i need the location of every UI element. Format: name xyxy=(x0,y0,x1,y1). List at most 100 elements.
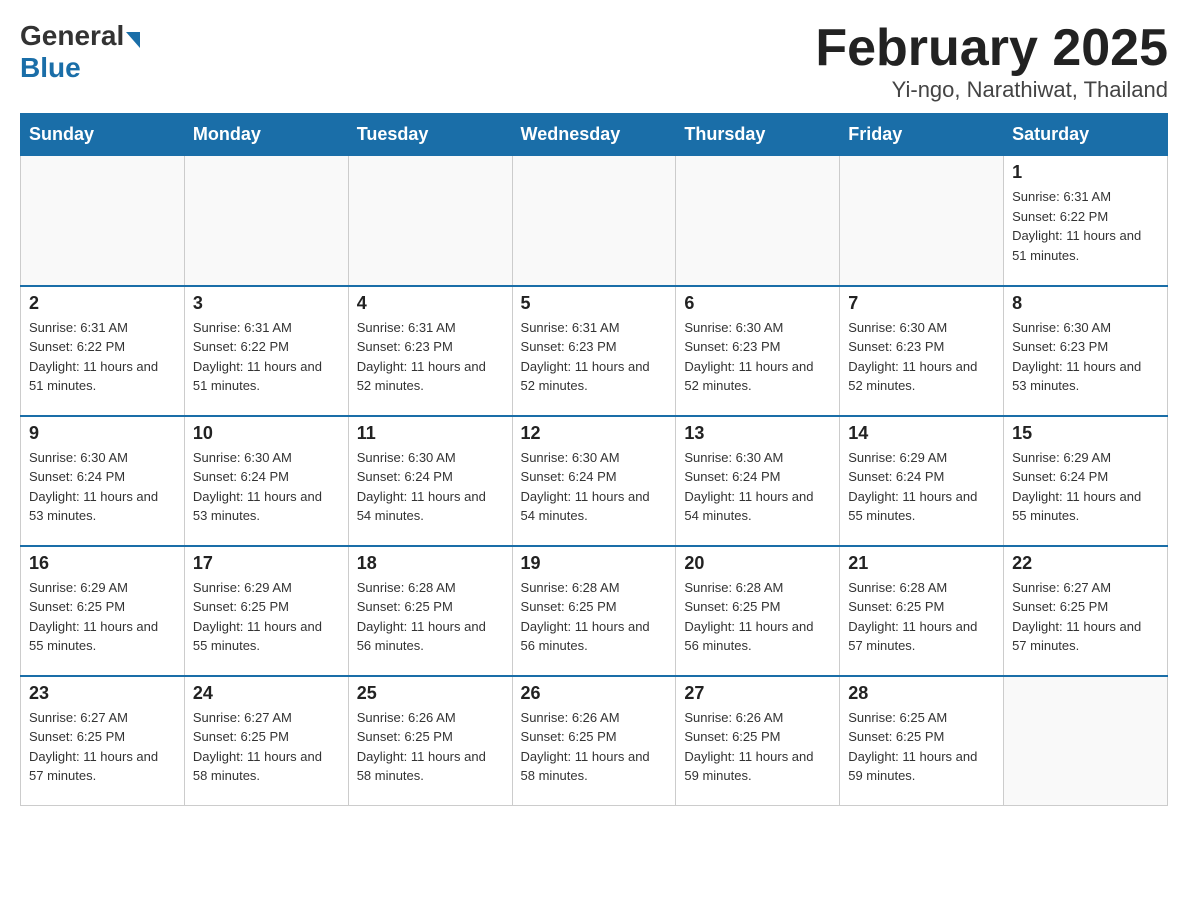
day-sun-info: Sunrise: 6:30 AM Sunset: 6:23 PM Dayligh… xyxy=(684,318,831,396)
day-sun-info: Sunrise: 6:28 AM Sunset: 6:25 PM Dayligh… xyxy=(684,578,831,656)
day-sun-info: Sunrise: 6:30 AM Sunset: 6:23 PM Dayligh… xyxy=(848,318,995,396)
day-number: 22 xyxy=(1012,553,1159,574)
day-sun-info: Sunrise: 6:27 AM Sunset: 6:25 PM Dayligh… xyxy=(29,708,176,786)
day-sun-info: Sunrise: 6:27 AM Sunset: 6:25 PM Dayligh… xyxy=(193,708,340,786)
day-number: 28 xyxy=(848,683,995,704)
day-sun-info: Sunrise: 6:31 AM Sunset: 6:22 PM Dayligh… xyxy=(29,318,176,396)
day-sun-info: Sunrise: 6:29 AM Sunset: 6:24 PM Dayligh… xyxy=(1012,448,1159,526)
calendar-day-cell: 27Sunrise: 6:26 AM Sunset: 6:25 PM Dayli… xyxy=(676,676,840,806)
logo-arrow-icon xyxy=(126,32,140,48)
calendar-day-header: Wednesday xyxy=(512,114,676,156)
calendar-day-header: Saturday xyxy=(1004,114,1168,156)
day-number: 23 xyxy=(29,683,176,704)
day-number: 19 xyxy=(521,553,668,574)
calendar-day-cell: 2 Sunrise: 6:31 AM Sunset: 6:22 PM Daylig… xyxy=(21,286,185,416)
day-number: 13 xyxy=(684,423,831,444)
day-number: 8 xyxy=(1012,293,1159,314)
day-sun-info: Sunrise: 6:31 AM Sunset: 6:23 PM Dayligh… xyxy=(521,318,668,396)
calendar-day-cell: 25 Sunrise: 6:26 AM Sunset: 6:25 PM Dayli… xyxy=(348,676,512,806)
calendar-day-cell: 6 Sunrise: 6:30 AM Sunset: 6:23 PM Daylig… xyxy=(676,286,840,416)
day-number: 15 xyxy=(1012,423,1159,444)
day-number: 26 xyxy=(521,683,668,704)
day-number: 27 xyxy=(684,683,831,704)
day-sun-info: Sunrise: 6:29 AM Sunset: 6:25 PM Dayligh… xyxy=(193,578,340,656)
day-number: 3 xyxy=(193,293,340,314)
page-header: General Blue February 2025 Yi-ngo, Narat… xyxy=(20,20,1168,103)
day-sun-info: Sunrise: 6:28 AM Sunset: 6:25 PM Dayligh… xyxy=(848,578,995,656)
day-sun-info: Sunrise: 6:30 AM Sunset: 6:24 PM Dayligh… xyxy=(521,448,668,526)
day-number: 18 xyxy=(357,553,504,574)
day-sun-info: Sunrise: 6:30 AM Sunset: 6:23 PM Dayligh… xyxy=(1012,318,1159,396)
calendar-day-cell: 1 Sunrise: 6:31 AM Sunset: 6:22 PM Daylig… xyxy=(1004,156,1168,286)
calendar-day-cell: 19 Sunrise: 6:28 AM Sunset: 6:25 PM Dayli… xyxy=(512,546,676,676)
day-sun-info: Sunrise: 6:31 AM Sunset: 6:23 PM Dayligh… xyxy=(357,318,504,396)
calendar-header-row: SundayMondayTuesdayWednesdayThursdayFrid… xyxy=(21,114,1168,156)
day-number: 5 xyxy=(521,293,668,314)
day-number: 12 xyxy=(521,423,668,444)
logo-blue-text: Blue xyxy=(20,52,81,84)
calendar-day-cell: 14Sunrise: 6:29 AM Sunset: 6:24 PM Dayli… xyxy=(840,416,1004,546)
calendar-day-cell: 3 Sunrise: 6:31 AM Sunset: 6:22 PM Daylig… xyxy=(184,286,348,416)
calendar-week-row: 16 Sunrise: 6:29 AM Sunset: 6:25 PM Dayli… xyxy=(21,546,1168,676)
day-number: 11 xyxy=(357,423,504,444)
calendar-day-cell: 21 Sunrise: 6:28 AM Sunset: 6:25 PM Dayli… xyxy=(840,546,1004,676)
day-number: 16 xyxy=(29,553,176,574)
day-sun-info: Sunrise: 6:27 AM Sunset: 6:25 PM Dayligh… xyxy=(1012,578,1159,656)
calendar-day-cell: 26 Sunrise: 6:26 AM Sunset: 6:25 PM Dayli… xyxy=(512,676,676,806)
calendar-day-cell: 15 Sunrise: 6:29 AM Sunset: 6:24 PM Dayli… xyxy=(1004,416,1168,546)
day-sun-info: Sunrise: 6:31 AM Sunset: 6:22 PM Dayligh… xyxy=(1012,187,1159,265)
calendar-day-cell: 18Sunrise: 6:28 AM Sunset: 6:25 PM Dayli… xyxy=(348,546,512,676)
logo-general-text: General xyxy=(20,20,124,52)
calendar-day-header: Tuesday xyxy=(348,114,512,156)
calendar-day-cell: 23 Sunrise: 6:27 AM Sunset: 6:25 PM Dayli… xyxy=(21,676,185,806)
logo: General Blue xyxy=(20,20,142,84)
calendar-day-cell: 17 Sunrise: 6:29 AM Sunset: 6:25 PM Dayli… xyxy=(184,546,348,676)
calendar-day-cell: 7 Sunrise: 6:30 AM Sunset: 6:23 PM Daylig… xyxy=(840,286,1004,416)
day-number: 6 xyxy=(684,293,831,314)
day-number: 9 xyxy=(29,423,176,444)
day-number: 21 xyxy=(848,553,995,574)
calendar-day-cell xyxy=(1004,676,1168,806)
calendar-day-cell: 13 Sunrise: 6:30 AM Sunset: 6:24 PM Dayli… xyxy=(676,416,840,546)
day-number: 2 xyxy=(29,293,176,314)
day-number: 4 xyxy=(357,293,504,314)
calendar-week-row: 1 Sunrise: 6:31 AM Sunset: 6:22 PM Daylig… xyxy=(21,156,1168,286)
calendar-day-cell: 12 Sunrise: 6:30 AM Sunset: 6:24 PM Dayli… xyxy=(512,416,676,546)
calendar-week-row: 23 Sunrise: 6:27 AM Sunset: 6:25 PM Dayli… xyxy=(21,676,1168,806)
day-number: 17 xyxy=(193,553,340,574)
day-number: 24 xyxy=(193,683,340,704)
day-sun-info: Sunrise: 6:31 AM Sunset: 6:22 PM Dayligh… xyxy=(193,318,340,396)
calendar-day-header: Thursday xyxy=(676,114,840,156)
day-sun-info: Sunrise: 6:30 AM Sunset: 6:24 PM Dayligh… xyxy=(357,448,504,526)
calendar-day-cell xyxy=(184,156,348,286)
calendar-week-row: 2 Sunrise: 6:31 AM Sunset: 6:22 PM Daylig… xyxy=(21,286,1168,416)
day-sun-info: Sunrise: 6:30 AM Sunset: 6:24 PM Dayligh… xyxy=(684,448,831,526)
calendar-table: SundayMondayTuesdayWednesdayThursdayFrid… xyxy=(20,113,1168,806)
calendar-day-cell: 4 Sunrise: 6:31 AM Sunset: 6:23 PM Daylig… xyxy=(348,286,512,416)
calendar-day-header: Monday xyxy=(184,114,348,156)
calendar-day-cell: 22 Sunrise: 6:27 AM Sunset: 6:25 PM Dayli… xyxy=(1004,546,1168,676)
day-number: 20 xyxy=(684,553,831,574)
day-sun-info: Sunrise: 6:26 AM Sunset: 6:25 PM Dayligh… xyxy=(357,708,504,786)
calendar-day-cell: 16 Sunrise: 6:29 AM Sunset: 6:25 PM Dayli… xyxy=(21,546,185,676)
calendar-day-cell xyxy=(676,156,840,286)
calendar-day-cell: 11 Sunrise: 6:30 AM Sunset: 6:24 PM Dayli… xyxy=(348,416,512,546)
day-sun-info: Sunrise: 6:26 AM Sunset: 6:25 PM Dayligh… xyxy=(521,708,668,786)
day-number: 14 xyxy=(848,423,995,444)
calendar-day-cell xyxy=(512,156,676,286)
day-number: 1 xyxy=(1012,162,1159,183)
calendar-day-cell: 28Sunrise: 6:25 AM Sunset: 6:25 PM Dayli… xyxy=(840,676,1004,806)
calendar-day-cell xyxy=(348,156,512,286)
day-sun-info: Sunrise: 6:28 AM Sunset: 6:25 PM Dayligh… xyxy=(521,578,668,656)
day-number: 25 xyxy=(357,683,504,704)
calendar-day-cell: 20 Sunrise: 6:28 AM Sunset: 6:25 PM Dayli… xyxy=(676,546,840,676)
calendar-week-row: 9 Sunrise: 6:30 AM Sunset: 6:24 PM Daylig… xyxy=(21,416,1168,546)
calendar-day-cell: 5 Sunrise: 6:31 AM Sunset: 6:23 PM Daylig… xyxy=(512,286,676,416)
day-number: 10 xyxy=(193,423,340,444)
day-sun-info: Sunrise: 6:29 AM Sunset: 6:25 PM Dayligh… xyxy=(29,578,176,656)
calendar-day-cell xyxy=(21,156,185,286)
day-number: 7 xyxy=(848,293,995,314)
calendar-day-cell: 24 Sunrise: 6:27 AM Sunset: 6:25 PM Dayli… xyxy=(184,676,348,806)
day-sun-info: Sunrise: 6:30 AM Sunset: 6:24 PM Dayligh… xyxy=(29,448,176,526)
month-title: February 2025 xyxy=(815,20,1168,77)
